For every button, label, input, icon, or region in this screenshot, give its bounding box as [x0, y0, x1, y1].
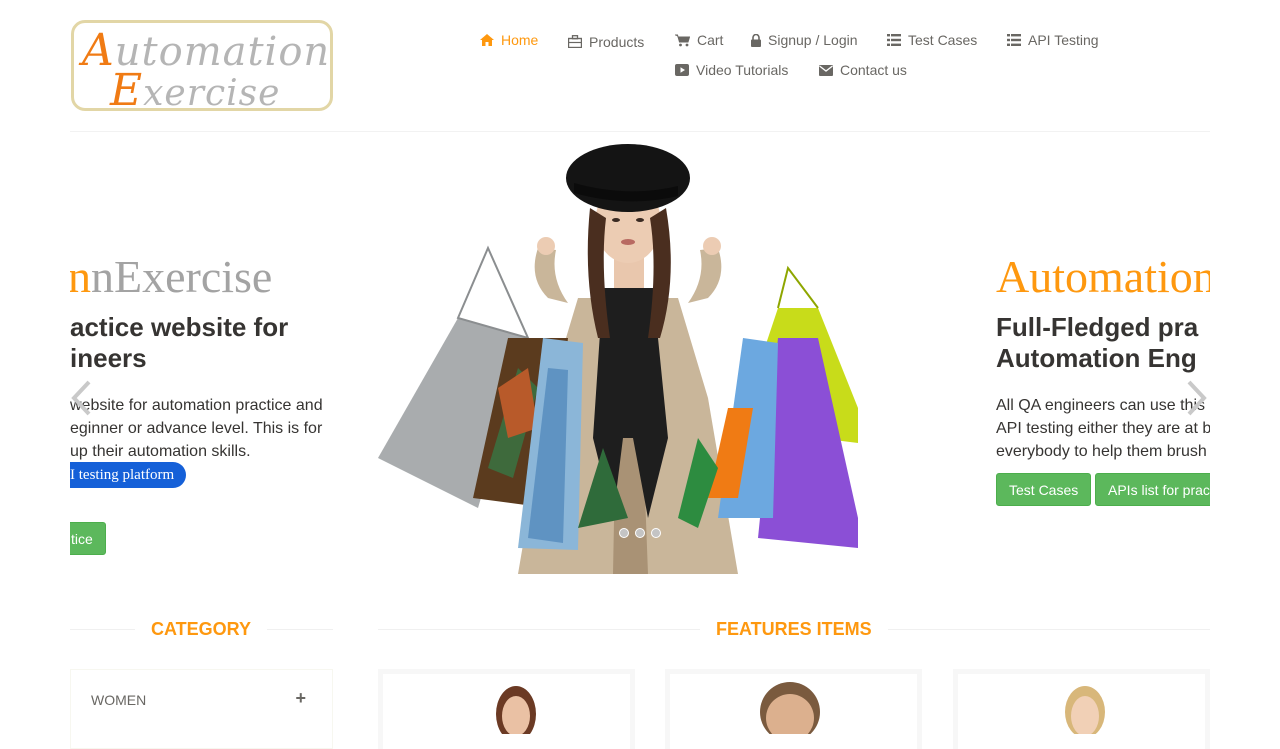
- list-icon: [1007, 34, 1021, 46]
- lock-icon: [751, 33, 761, 47]
- list-icon: [887, 34, 901, 46]
- nav-api-testing-label: API Testing: [1028, 32, 1099, 48]
- slide-heading-right-line-2: Automation Eng: [996, 343, 1197, 373]
- slide-heading-right-line-1: Full-Fledged pra: [996, 312, 1199, 342]
- slide-brand-title-right: Automation: [996, 251, 1210, 302]
- category-heading: CATEGORY: [135, 619, 268, 640]
- hero-model-image: [378, 144, 858, 574]
- test-cases-button[interactable]: Test Cases: [996, 473, 1092, 506]
- nav-test-cases-label: Test Cases: [908, 32, 978, 48]
- api-testing-platform-badge: I testing platform: [70, 462, 187, 488]
- product-card: [953, 669, 1210, 749]
- nav-cart[interactable]: Cart: [675, 32, 723, 48]
- product-image: [496, 686, 536, 742]
- carousel-indicator-3[interactable]: [651, 528, 661, 538]
- nav-video-tutorials[interactable]: Video Tutorials: [675, 62, 788, 78]
- hero-carousel: nnExercise actice website for ineers web…: [70, 132, 1210, 582]
- slide-heading-line-1: actice website for: [70, 312, 289, 342]
- envelope-icon: [819, 64, 833, 76]
- slide-text-right-line-3: everybody to help them brush: [996, 443, 1207, 460]
- nav-home[interactable]: Home: [480, 32, 538, 48]
- plus-icon[interactable]: +: [295, 688, 306, 709]
- nav-api-testing[interactable]: API Testing: [1007, 32, 1099, 48]
- nav-products-label: Products: [589, 34, 645, 50]
- slide-heading-line-2: ineers: [70, 343, 147, 373]
- slide-text-line-1: website for automation practice and: [70, 397, 323, 414]
- nav-home-label: Home: [501, 32, 539, 48]
- carousel-indicator-1[interactable]: [619, 528, 629, 538]
- home-icon: [480, 34, 494, 46]
- category-women[interactable]: WOMEN: [91, 692, 146, 708]
- product-image: [1065, 686, 1105, 738]
- youtube-play-icon: [675, 64, 689, 76]
- product-card: [665, 669, 922, 749]
- cart-icon: [675, 34, 690, 47]
- nav-contact-us-label: Contact us: [840, 62, 907, 78]
- nav-signup-login-label: Signup / Login: [768, 32, 858, 48]
- products-icon: [568, 34, 582, 48]
- chevron-right-icon: [1187, 380, 1207, 416]
- site-logo[interactable]: Automation Exercise: [71, 20, 333, 116]
- slide-brand-text: nExercise: [91, 251, 273, 302]
- apis-list-button[interactable]: APIs list for prac: [1095, 473, 1210, 506]
- product-card: [378, 669, 635, 749]
- nav-contact-us[interactable]: Contact us: [819, 62, 907, 78]
- nav-cart-label: Cart: [697, 32, 724, 48]
- slide-text-right-line-2: API testing either they are at b: [996, 420, 1210, 437]
- carousel-prev-arrow[interactable]: [70, 380, 92, 421]
- carousel-indicator-2[interactable]: [635, 528, 645, 538]
- product-image: [760, 682, 820, 742]
- chevron-left-icon: [71, 380, 91, 416]
- slide-text-right-line-1: All QA engineers can use this: [996, 397, 1206, 414]
- carousel-next-arrow[interactable]: [1186, 380, 1208, 421]
- nav-signup-login[interactable]: Signup / Login: [751, 32, 858, 48]
- nav-products[interactable]: Products: [568, 32, 644, 50]
- slide-brand-title: nnExercise: [70, 251, 273, 302]
- nav-test-cases[interactable]: Test Cases: [887, 32, 977, 48]
- slide-text-line-2: eginner or advance level. This is for: [70, 420, 323, 437]
- slide-practice-button[interactable]: tice: [70, 522, 106, 555]
- slide-text-line-3: up their automation skills.: [70, 443, 251, 460]
- features-items-heading: FEATURES ITEMS: [700, 619, 888, 640]
- category-panel: WOMEN +: [70, 669, 333, 749]
- nav-video-tutorials-label: Video Tutorials: [696, 62, 789, 78]
- logo-line-2: Exercise: [110, 65, 281, 116]
